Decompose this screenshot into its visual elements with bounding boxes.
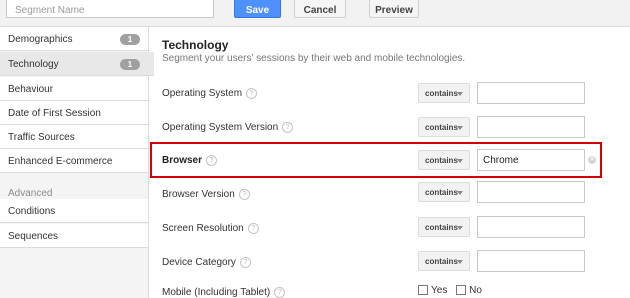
sidebar-item-demographics[interactable]: Demographics 1 — [0, 27, 148, 51]
sidebar-item-label: Technology — [8, 59, 59, 70]
filter-row-operating-system: Operating System? contains — [150, 80, 630, 114]
chevron-down-icon — [457, 126, 463, 130]
sidebar-item-sequences[interactable]: Sequences — [0, 224, 148, 248]
sidebar-item-behaviour[interactable]: Behaviour — [0, 77, 148, 101]
segment-toolbar: Segment Name Save Cancel Preview — [0, 0, 630, 27]
filter-value-input[interactable]: Chrome — [477, 149, 585, 171]
operator-dropdown[interactable]: contains — [418, 251, 470, 271]
filter-label: Operating System Version? — [162, 122, 294, 133]
chevron-down-icon — [457, 191, 463, 195]
condition-count-badge: 1 — [120, 59, 140, 70]
no-checkbox[interactable] — [456, 285, 467, 296]
sidebar-item-label: Conditions — [8, 206, 56, 217]
sidebar-item-label: Date of First Session — [8, 108, 101, 119]
advanced-heading: Advanced — [8, 188, 53, 199]
filter-label: Screen Resolution? — [162, 223, 259, 234]
filter-row-screen-resolution: Screen Resolution? contains — [150, 215, 630, 249]
sidebar-item-label: Enhanced E-commerce — [8, 156, 113, 167]
filter-row-device-category: Device Category? contains — [150, 249, 630, 283]
sidebar-item-label: Sequences — [8, 231, 59, 242]
sidebar-item-traffic-sources[interactable]: Traffic Sources — [0, 125, 148, 149]
filter-value-input[interactable] — [477, 82, 585, 104]
filter-label: Browser? — [162, 155, 218, 166]
operator-dropdown[interactable]: contains — [418, 217, 470, 237]
operator-dropdown[interactable]: contains — [418, 83, 470, 103]
filter-row-browser-version: Browser Version? contains — [150, 181, 630, 215]
no-label: No — [469, 285, 482, 296]
help-icon[interactable]: ? — [274, 287, 286, 298]
help-icon[interactable]: ? — [247, 223, 259, 234]
filter-value-input[interactable] — [477, 181, 585, 203]
operator-dropdown[interactable]: contains — [418, 117, 470, 137]
help-icon[interactable]: ? — [206, 155, 218, 166]
clear-icon[interactable]: ✕ — [588, 156, 596, 164]
save-button[interactable]: Save — [234, 0, 281, 18]
sidebar-item-technology[interactable]: Technology 1 — [0, 52, 154, 76]
chevron-down-icon — [457, 92, 463, 96]
help-icon[interactable]: ? — [282, 122, 294, 133]
operator-dropdown[interactable]: contains — [418, 150, 470, 170]
filter-value-input[interactable] — [477, 216, 585, 238]
condition-count-badge: 1 — [120, 34, 140, 45]
mobile-options: Yes No — [418, 285, 482, 296]
help-icon[interactable]: ? — [239, 257, 251, 268]
sidebar-item-conditions[interactable]: Conditions — [0, 199, 148, 223]
sidebar-item-label: Demographics — [8, 34, 73, 45]
operator-dropdown[interactable]: contains — [418, 182, 470, 202]
sidebar-item-label: Behaviour — [8, 84, 54, 95]
active-pointer — [148, 55, 154, 71]
sidebar-item-date-of-first-session[interactable]: Date of First Session — [0, 101, 148, 125]
filter-label: Mobile (Including Tablet)? — [162, 287, 286, 298]
help-icon[interactable]: ? — [238, 189, 250, 200]
cancel-button[interactable]: Cancel — [294, 0, 346, 18]
segment-name-input[interactable]: Segment Name — [6, 0, 214, 18]
segment-sidebar: Demographics 1 Technology 1 Behaviour Da… — [0, 27, 154, 298]
filter-label: Operating System? — [162, 88, 258, 99]
filter-row-mobile: Mobile (Including Tablet)? Yes No — [150, 281, 630, 298]
filter-row-browser: Browser? contains Chrome ✕ — [150, 147, 630, 181]
yes-checkbox[interactable] — [418, 285, 428, 296]
sidebar-item-label: Traffic Sources — [8, 132, 75, 143]
panel-subtitle: Segment your users' sessions by their we… — [162, 53, 466, 64]
yes-label: Yes — [431, 285, 448, 296]
filter-value-input[interactable] — [477, 250, 585, 272]
filter-label: Device Category? — [162, 257, 251, 268]
panel-title: Technology — [162, 38, 229, 52]
chevron-down-icon — [457, 159, 463, 163]
help-icon[interactable]: ? — [246, 88, 258, 99]
filter-value-input[interactable] — [477, 116, 585, 138]
filter-label: Browser Version? — [162, 189, 250, 200]
chevron-down-icon — [457, 226, 463, 230]
sidebar-item-enhanced-ecommerce[interactable]: Enhanced E-commerce — [0, 149, 148, 173]
chevron-down-icon — [457, 260, 463, 264]
preview-button[interactable]: Preview — [369, 0, 419, 18]
